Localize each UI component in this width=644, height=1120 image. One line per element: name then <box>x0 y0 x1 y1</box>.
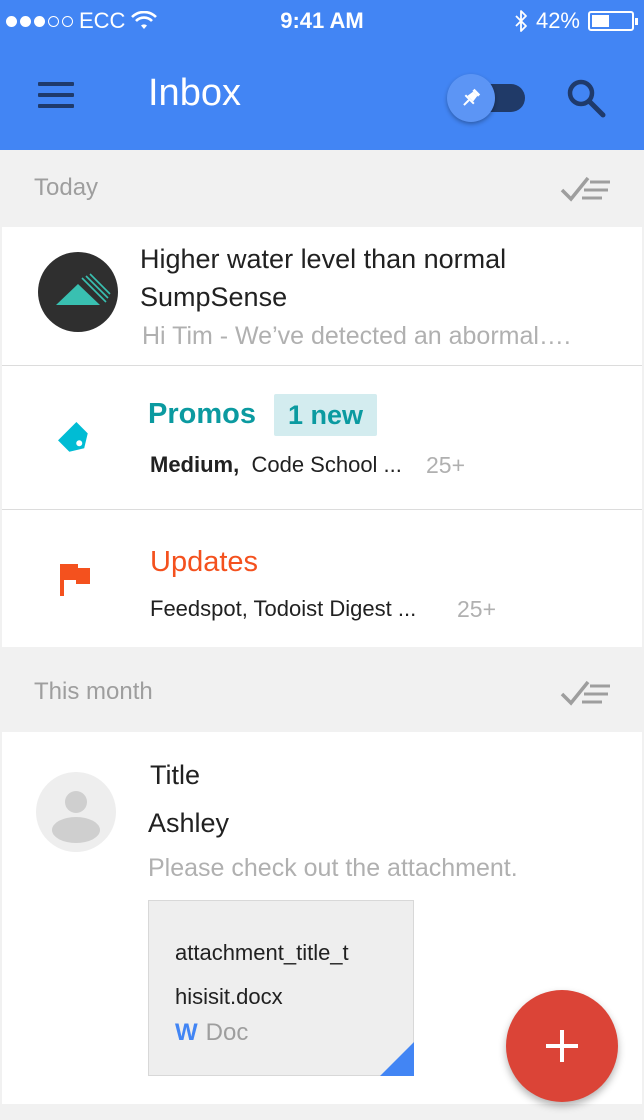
promos-count: 25+ <box>426 452 466 478</box>
attachment-type: W Doc <box>175 1019 248 1047</box>
page-fold-icon <box>380 1042 414 1076</box>
message-snippet: Hi Tim - We’ve detected an abormal…. <box>142 322 571 350</box>
page-title: Inbox <box>148 72 241 114</box>
sweep-icon[interactable] <box>560 678 612 710</box>
tag-icon <box>58 422 88 452</box>
sweep-icon[interactable] <box>560 174 612 206</box>
sender-rest: Code School ... <box>251 452 402 477</box>
sender-bold: Medium, <box>150 452 240 477</box>
battery-icon <box>588 11 638 31</box>
attachment-type-label: Doc <box>205 1019 249 1046</box>
flag-icon <box>60 564 90 596</box>
attachment-card[interactable]: attachment_title_t hisisit.docx W Doc <box>148 900 414 1076</box>
updates-senders: Feedspot, Todoist Digest ... <box>150 596 417 621</box>
status-bar: ECC 9:41 AM 42% <box>0 0 644 42</box>
section-label: This month <box>34 678 153 705</box>
list-item-updates[interactable]: Updates Feedspot, Todoist Digest ... 25+ <box>2 510 642 646</box>
avatar <box>36 772 116 852</box>
pin-toggle[interactable] <box>447 74 527 122</box>
person-icon <box>52 791 100 843</box>
battery-status: 42% <box>514 8 638 34</box>
new-count-badge: 1 new <box>274 394 378 436</box>
updates-label: Updates <box>150 546 259 578</box>
message-title: Higher water level than normal <box>140 244 507 274</box>
search-icon[interactable] <box>566 78 606 118</box>
section-header-today: Today <box>0 150 644 226</box>
list-item-promos[interactable]: Promos 1 new Medium, Code School ... 25+ <box>2 366 642 508</box>
avatar <box>38 252 118 332</box>
message-sender: Ashley <box>148 808 230 838</box>
compose-button[interactable] <box>506 990 618 1102</box>
bluetooth-icon <box>515 10 527 32</box>
pin-icon <box>447 74 495 122</box>
battery-percent: 42% <box>535 8 580 33</box>
plus-icon <box>546 1030 578 1062</box>
app-bar: Inbox <box>0 42 644 150</box>
list-item-sumpsense[interactable]: Higher water level than normal SumpSense… <box>2 228 642 364</box>
word-doc-icon: W <box>175 1019 198 1046</box>
updates-count: 25+ <box>457 596 497 622</box>
attachment-name: attachment_title_t hisisit.docx <box>175 940 349 1009</box>
promos-label: Promos <box>148 398 256 430</box>
section-label: Today <box>34 174 99 201</box>
message-sender: SumpSense <box>140 282 288 312</box>
menu-icon[interactable] <box>38 82 74 108</box>
section-header-this-month: This month <box>0 654 644 730</box>
message-title: Title <box>150 760 201 790</box>
message-snippet: Please check out the attachment. <box>148 854 518 882</box>
sumpsense-logo-icon <box>56 273 111 305</box>
promos-senders: Medium, Code School ... <box>150 452 402 478</box>
